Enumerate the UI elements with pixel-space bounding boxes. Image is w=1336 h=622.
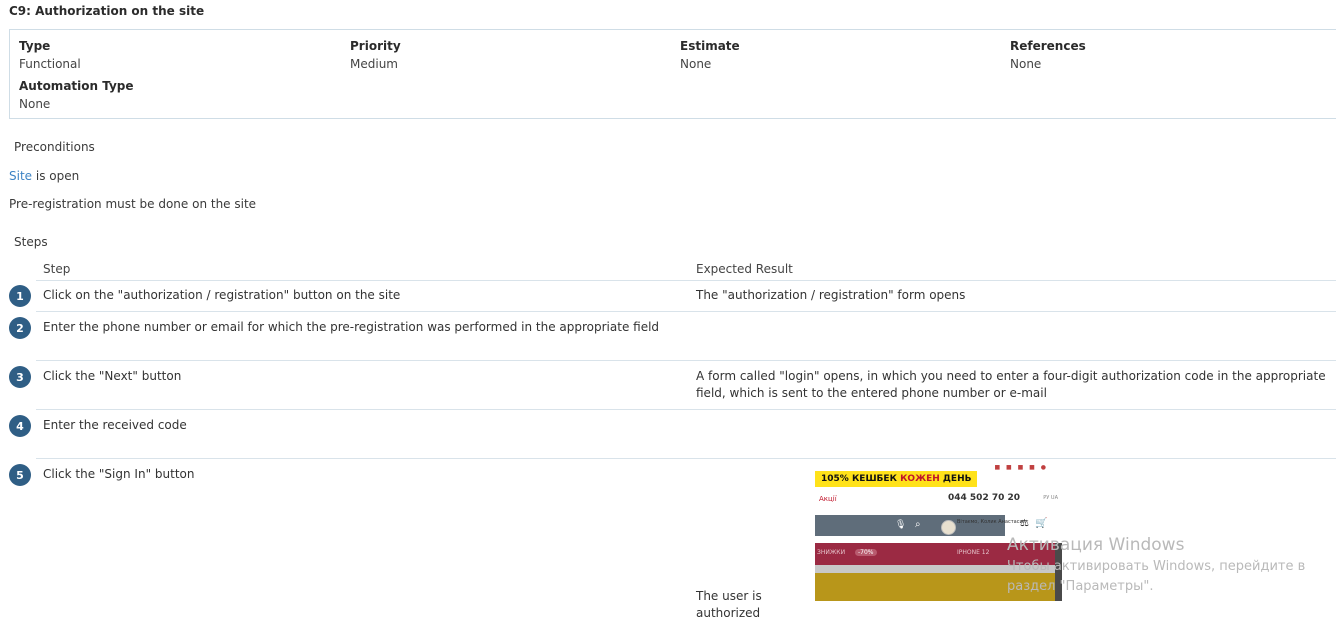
prop-references: References None [1010,39,1086,71]
case-title: C9: Authorization on the site [9,4,205,18]
divider [36,458,1336,459]
step-number-badge: 5 [9,464,31,486]
prop-estimate-value: None [680,57,712,71]
col-header-expected: Expected Result [696,262,793,276]
step-text: Enter the received code [43,418,187,432]
product-link: IPHONE 12 [957,549,990,556]
prop-automation-type-label: Automation Type [19,79,134,93]
prop-automation-type-value: None [19,97,51,111]
prop-type: Type Functional [19,39,81,71]
prop-references-value: None [1010,57,1042,71]
user-name: Вітаємо, Колик Анастасия [957,519,1026,525]
expected-result: The "authorization / registration" form … [696,288,966,302]
prop-priority: Priority Medium [350,39,401,71]
prop-type-value: Functional [19,57,81,71]
expected-result: The user is authorized [696,589,762,620]
promo-banner: 105% КЕШБЕК КОЖЕН ДЕНЬ [815,471,977,487]
prop-estimate-label: Estimate [680,39,740,53]
divider [36,409,1336,410]
step-text: Click the "Next" button [43,369,182,383]
preconditions-title: Preconditions [14,140,95,154]
browser-icons: ■ ■ ■ ■ ● [994,464,1048,471]
divider [36,280,1336,281]
phone-number: 044 502 70 20 [948,493,1021,503]
properties-panel: Type Functional Priority Medium Estimate… [9,29,1336,119]
prop-automation-type: Automation Type None [19,79,134,111]
header-icons: ⚖🛒 [1020,518,1054,529]
precondition-line-2: Pre-registration must be done on the sit… [9,197,257,211]
step-number-badge: 2 [9,317,31,339]
cart-icon: 🛒 [1034,518,1054,529]
discount-badge: -70% [855,549,877,556]
prop-type-label: Type [19,39,51,53]
windows-watermark-line-1: Чтобы активировать Windows, перейдите в [1007,559,1306,574]
prop-estimate: Estimate None [680,39,740,71]
expected-result: A form called "login" opens, in which yo… [696,369,1326,400]
step-text: Click the "Sign In" button [43,467,195,481]
steps-title: Steps [14,235,48,249]
windows-watermark-title: Активация Windows [1007,535,1185,555]
divider [36,360,1336,361]
prop-priority-value: Medium [350,57,398,71]
step-text: Click on the "authorization / registrati… [43,288,401,302]
prop-references-label: References [1010,39,1086,53]
language-switch: РУ UA [1043,495,1058,501]
step-number-badge: 4 [9,415,31,437]
site-link[interactable]: Site [9,169,32,183]
precondition-line-1-text: is open [32,169,80,183]
divider [36,311,1336,312]
discount-label: ЗНИЖКИ [817,549,846,556]
step-number-badge: 3 [9,366,31,388]
browser-strip: ■ ■ ■ ■ ● [815,463,1062,471]
step-number-badge: 1 [9,285,31,307]
search-icon: ⌕ [915,519,921,530]
windows-watermark-line-2: раздел "Параметры". [1007,579,1154,594]
col-header-step: Step [43,262,71,276]
step-text: Enter the phone number or email for whic… [43,320,660,334]
avatar [941,520,956,535]
precondition-line-1: Site is open [9,169,79,183]
microphone-icon: 🎙 [895,520,907,530]
sale-link: Акції [819,495,837,503]
prop-priority-label: Priority [350,39,401,53]
site-header-row: Акції 044 502 70 20 РУ UA [815,491,1062,507]
